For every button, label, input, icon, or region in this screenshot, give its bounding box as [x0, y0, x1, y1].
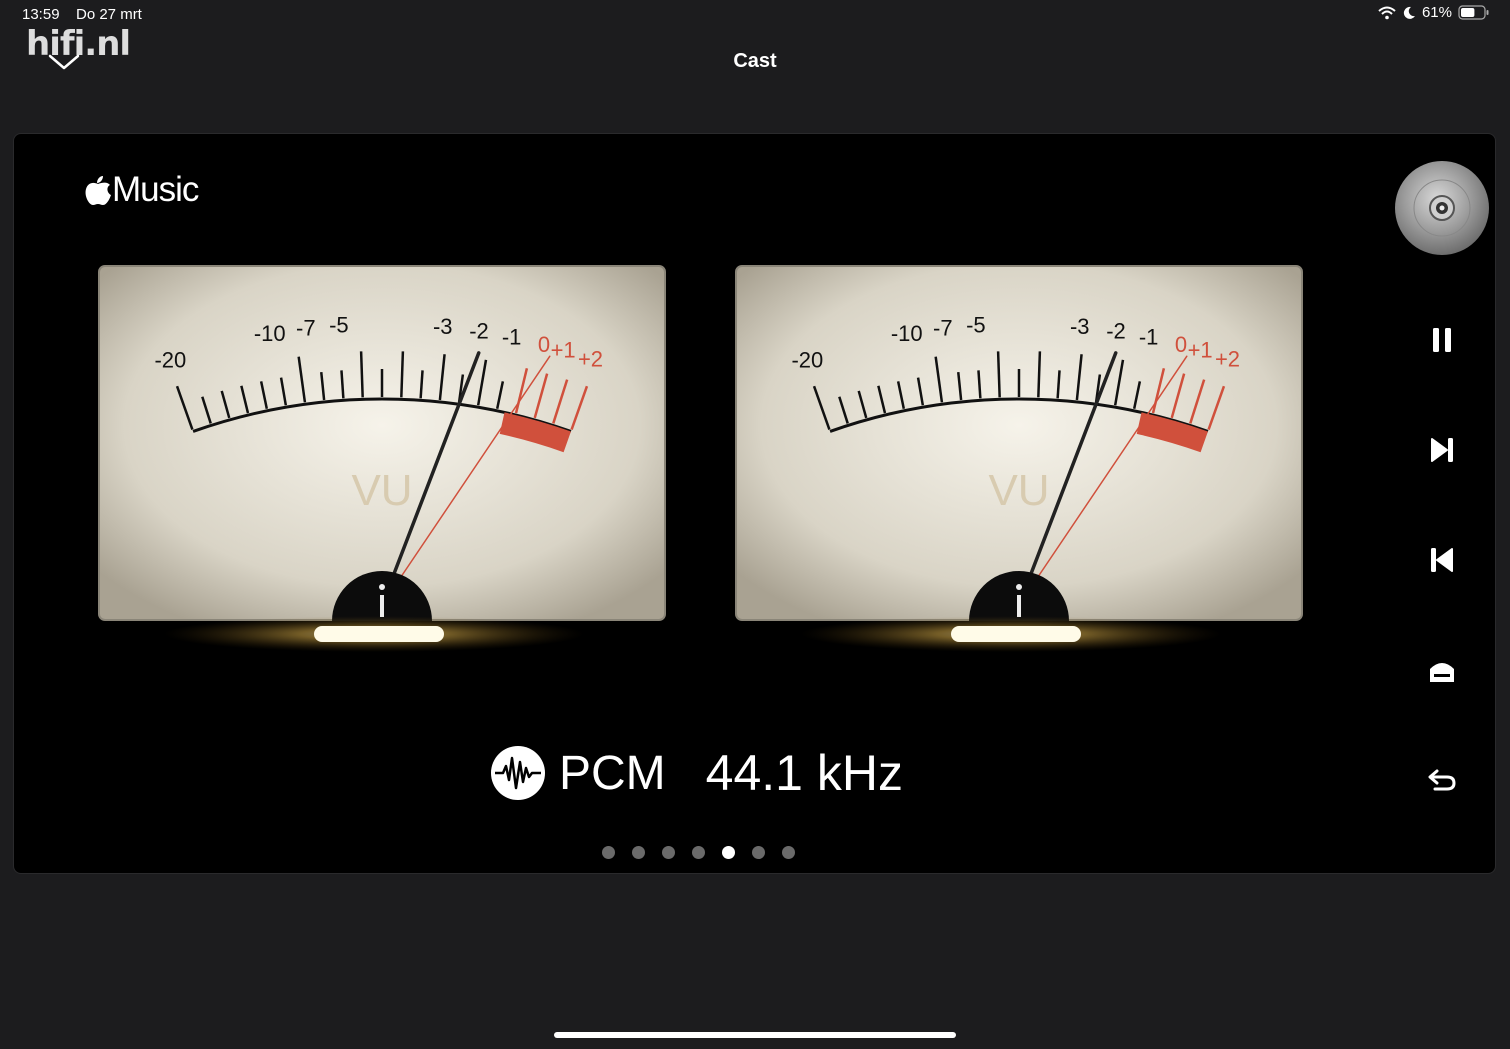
meter-scale-label: +2 — [578, 346, 603, 371]
page-dot[interactable] — [782, 846, 795, 859]
meter-scale-label: -10 — [891, 321, 923, 346]
page-title: Cast — [733, 50, 777, 72]
meter-scale-label: -1 — [502, 324, 522, 349]
page-dot[interactable] — [602, 846, 615, 859]
meter-scale-label: -20 — [791, 347, 823, 372]
service-name: Music — [112, 170, 199, 209]
meter-tick — [1037, 351, 1042, 398]
page-dot[interactable] — [752, 846, 765, 859]
apple-icon — [85, 176, 111, 205]
apple-music-logo: Music — [84, 170, 199, 210]
audio-format-info: PCM 44.1 kHz — [489, 744, 903, 802]
meter-scale-label: -3 — [1070, 314, 1090, 339]
meter-lamp-glow-right — [801, 616, 1221, 652]
previous-track-button[interactable] — [1422, 540, 1462, 580]
moon-icon — [1403, 6, 1415, 19]
status-date: Do 27 mrt — [76, 6, 142, 23]
home-indicator-bar[interactable] — [554, 1032, 956, 1038]
pause-icon — [1433, 328, 1451, 352]
skip-forward-icon — [1431, 438, 1453, 462]
battery-percent: 61% — [1421, 4, 1452, 21]
meter-scale-label: -5 — [966, 312, 986, 337]
album-art-disc[interactable] — [1394, 160, 1490, 256]
meter-face — [735, 265, 1303, 621]
status-time: 13:59 — [22, 6, 60, 23]
meter-scale-label: -3 — [433, 314, 453, 339]
vu-label: VU — [351, 466, 412, 515]
battery-icon — [1458, 5, 1489, 20]
meter-face — [98, 265, 666, 621]
skip-back-icon — [1431, 548, 1453, 572]
return-icon — [1428, 769, 1456, 791]
format-label: PCM — [559, 746, 666, 800]
page-dot[interactable] — [692, 846, 705, 859]
vu-meter-right: -20 -10 -7 -5 -3 -2 -1 0 +1 +2 VU — [735, 265, 1303, 621]
meter-scale-label: -10 — [254, 321, 286, 346]
meter-scale-label: +1 — [1188, 337, 1213, 362]
meter-scale-label: +1 — [551, 337, 576, 362]
back-button[interactable] — [1422, 760, 1462, 800]
sample-rate-label: 44.1 kHz — [705, 745, 903, 801]
page-dot[interactable] — [632, 846, 645, 859]
meter-scale-label: -5 — [329, 312, 349, 337]
meter-scale-label: -7 — [296, 316, 316, 341]
meter-tick — [996, 351, 1001, 398]
wifi-icon — [1378, 6, 1396, 19]
meter-scale-label: -20 — [154, 347, 186, 372]
page-dot[interactable] — [722, 846, 735, 859]
meter-scale-label: -2 — [469, 318, 489, 343]
cast-player-panel: Music -20 -10 -7 -5 -3 -2 -1 0 +1 +2 VU -20 -10 -7 -5… — [13, 133, 1496, 874]
meter-tick — [400, 351, 405, 398]
meter-scale-label: 0 — [538, 332, 550, 357]
meter-scale-label: +2 — [1215, 346, 1240, 371]
vu-label: VU — [988, 466, 1049, 515]
home-button[interactable] — [1422, 650, 1462, 690]
vu-meter-left: -20 -10 -7 -5 -3 -2 -1 0 +1 +2 VU — [98, 265, 666, 621]
status-indicators: 61% — [1378, 4, 1490, 21]
home-icon — [1430, 663, 1454, 682]
page-dot[interactable] — [662, 846, 675, 859]
page-indicator — [602, 846, 795, 859]
meter-scale-label: 0 — [1175, 332, 1187, 357]
meter-tick — [359, 351, 364, 398]
meter-scale-label: -2 — [1106, 318, 1126, 343]
waveform-icon — [491, 746, 545, 800]
pause-button[interactable] — [1422, 320, 1462, 360]
meter-scale-label: -1 — [1139, 324, 1159, 349]
meter-lamp-glow-left — [164, 616, 584, 652]
meter-scale-label: -7 — [933, 316, 953, 341]
next-track-button[interactable] — [1422, 430, 1462, 470]
